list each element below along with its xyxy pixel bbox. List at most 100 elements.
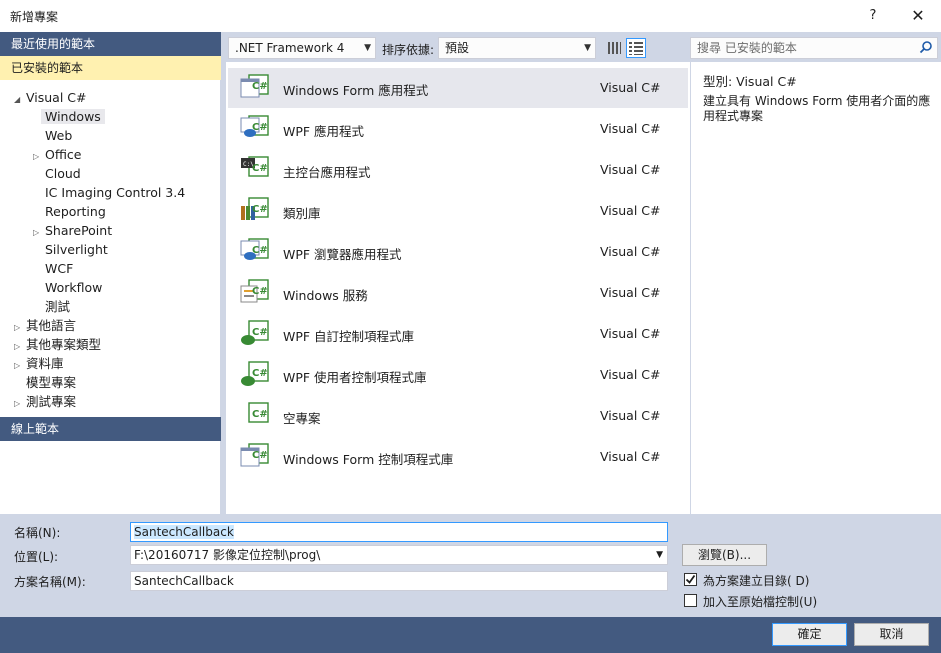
close-button[interactable]: ✕ (900, 0, 936, 32)
window-title: 新增專案 (10, 10, 59, 24)
tree-item[interactable]: Cloud (33, 164, 81, 183)
svg-text:C#: C# (252, 450, 268, 461)
small-icons-view-icon (608, 42, 621, 54)
name-input[interactable]: SantechCallback (130, 522, 668, 542)
solution-name-label: 方案名稱(M): (14, 575, 86, 589)
checkmark-icon (685, 574, 696, 584)
location-value: F:\20160717 影像定位控制\prog\ (134, 548, 321, 562)
source-control-label[interactable]: 加入至原始檔控制(U) (703, 593, 817, 610)
service-icon: C# (240, 279, 269, 303)
list-view-button[interactable] (626, 38, 646, 58)
tree-item[interactable]: ▷ 測試專案 (14, 392, 76, 411)
framework-select[interactable]: .NET Framework 4 ▼ (228, 37, 376, 59)
tree-item-label: Windows (41, 109, 105, 124)
ok-button[interactable]: 確定 (772, 623, 847, 646)
create-directory-label[interactable]: 為方案建立目錄( D) (703, 572, 809, 589)
template-language: Visual C# (600, 326, 661, 341)
tree-item-label: SharePoint (45, 223, 113, 238)
search-icon[interactable] (919, 40, 933, 54)
tree-item[interactable]: Windows (33, 107, 105, 126)
template-name: WPF 自訂控制項程式庫 (283, 329, 415, 344)
browse-button[interactable]: 瀏覽(B)... (682, 544, 767, 566)
svg-text:C#: C# (252, 122, 268, 133)
template-language: Visual C# (600, 80, 661, 95)
tree-item[interactable]: Reporting (33, 202, 106, 221)
template-row[interactable]: C# 類別庫 Visual C# (228, 191, 688, 231)
sort-select[interactable]: 預設 ▼ (438, 37, 596, 59)
svg-text:C#: C# (252, 286, 268, 297)
tree-item-label: Reporting (45, 204, 106, 219)
console-icon: C:\C# (241, 156, 269, 177)
template-row[interactable]: C# Windows Form 應用程式 Visual C# (228, 68, 688, 108)
tree-item-label: 其他專案類型 (26, 337, 102, 352)
svg-text:C#: C# (252, 327, 268, 338)
tree-item[interactable]: Web (33, 126, 72, 145)
recent-templates-header[interactable]: 最近使用的範本 (0, 32, 221, 56)
search-input[interactable]: 搜尋 已安裝的範本 (690, 37, 938, 59)
tree-item[interactable]: ▷ SharePoint (33, 221, 112, 240)
help-button[interactable]: ? (858, 0, 888, 32)
tree-item[interactable]: IC Imaging Control 3.4 (33, 183, 185, 202)
template-name: Windows Form 應用程式 (283, 83, 429, 98)
template-info-panel: 型別: Visual C# 建立具有 Windows Form 使用者介面的應用… (691, 62, 941, 514)
online-templates-header[interactable]: 線上範本 (0, 417, 221, 441)
template-row[interactable]: C# Windows 服務 Visual C# (228, 273, 688, 313)
tree-item[interactable]: 模型專案 (14, 373, 76, 392)
tree-item-label: Visual C# (26, 90, 87, 105)
create-directory-checkbox[interactable] (684, 573, 697, 586)
svg-text:C#: C# (252, 204, 268, 215)
tree-item[interactable]: WCF (33, 259, 73, 278)
template-name: 類別庫 (283, 206, 321, 221)
name-label: 名稱(N): (14, 526, 61, 540)
solution-name-value: SantechCallback (134, 574, 234, 588)
svg-text:C#: C# (252, 409, 268, 420)
template-description: 建立具有 Windows Form 使用者介面的應用程式專案 (703, 94, 931, 123)
winform-control-icon: C# (240, 443, 269, 467)
template-category-panel: 最近使用的範本 已安裝的範本 ◢ Visual C# Windows Web ▷ Offi… (0, 32, 221, 514)
tree-item[interactable]: ▷ Office (33, 145, 82, 164)
tree-item[interactable]: ▷ 資料庫 (14, 354, 64, 373)
template-name: Windows Form 控制項程式庫 (283, 452, 454, 467)
sort-value: 預設 (445, 41, 470, 55)
template-language: Visual C# (600, 285, 661, 300)
list-view-icon (629, 42, 643, 55)
classlib-icon: C# (241, 197, 269, 220)
template-language: Visual C# (600, 408, 661, 423)
template-language: Visual C# (600, 244, 661, 259)
tree-item[interactable]: ▷ 其他專案類型 (14, 335, 101, 354)
tree-item-label: Workflow (45, 280, 103, 295)
template-name: WPF 應用程式 (283, 124, 365, 139)
template-row[interactable]: C# WPF 應用程式 Visual C# (228, 109, 688, 149)
solution-name-input[interactable]: SantechCallback (130, 571, 668, 591)
tree-item[interactable]: Silverlight (33, 240, 108, 259)
wpf-icon: C# (240, 115, 269, 137)
template-name: 空專案 (283, 411, 321, 426)
svg-text:C#: C# (252, 368, 268, 379)
tree-item-label: Silverlight (45, 242, 108, 257)
dialog-button-bar: 確定 取消 (0, 617, 941, 653)
tree-item[interactable]: Workflow (33, 278, 102, 297)
template-row[interactable]: C# Windows Form 控制項程式庫 Visual C# (228, 437, 688, 477)
tree-item-label: 測試專案 (26, 394, 77, 409)
template-row[interactable]: C# WPF 瀏覽器應用程式 Visual C# (228, 232, 688, 272)
installed-templates-header[interactable]: 已安裝的範本 (0, 56, 221, 80)
tree-item-label: 模型專案 (26, 375, 77, 390)
template-row[interactable]: C# 空專案 Visual C# (228, 396, 688, 436)
location-label: 位置(L): (14, 550, 59, 564)
location-input[interactable]: F:\20160717 影像定位控制\prog\ ▼ (130, 545, 668, 565)
expand-arrow-icon[interactable]: ◢ (14, 90, 26, 109)
cancel-button[interactable]: 取消 (854, 623, 929, 646)
small-icons-view-button[interactable] (604, 38, 624, 58)
tree-item[interactable]: 測試 (33, 297, 70, 316)
template-type: 型別: Visual C# (703, 74, 797, 89)
tree-item[interactable]: ▷ 其他語言 (14, 316, 76, 335)
template-row[interactable]: C:\ C# 主控台應用程式 Visual C# (228, 150, 688, 190)
tree-item[interactable]: ◢ Visual C# (14, 88, 87, 107)
expand-arrow-icon[interactable]: ▷ (14, 394, 26, 413)
chevron-down-icon[interactable]: ▼ (656, 546, 663, 564)
winform-icon: C# (240, 74, 269, 98)
template-row[interactable]: C# WPF 使用者控制項程式庫 Visual C# (228, 355, 688, 395)
template-row[interactable]: C# WPF 自訂控制項程式庫 Visual C# (228, 314, 688, 354)
source-control-checkbox[interactable] (684, 594, 697, 607)
name-value: SantechCallback (134, 525, 234, 539)
